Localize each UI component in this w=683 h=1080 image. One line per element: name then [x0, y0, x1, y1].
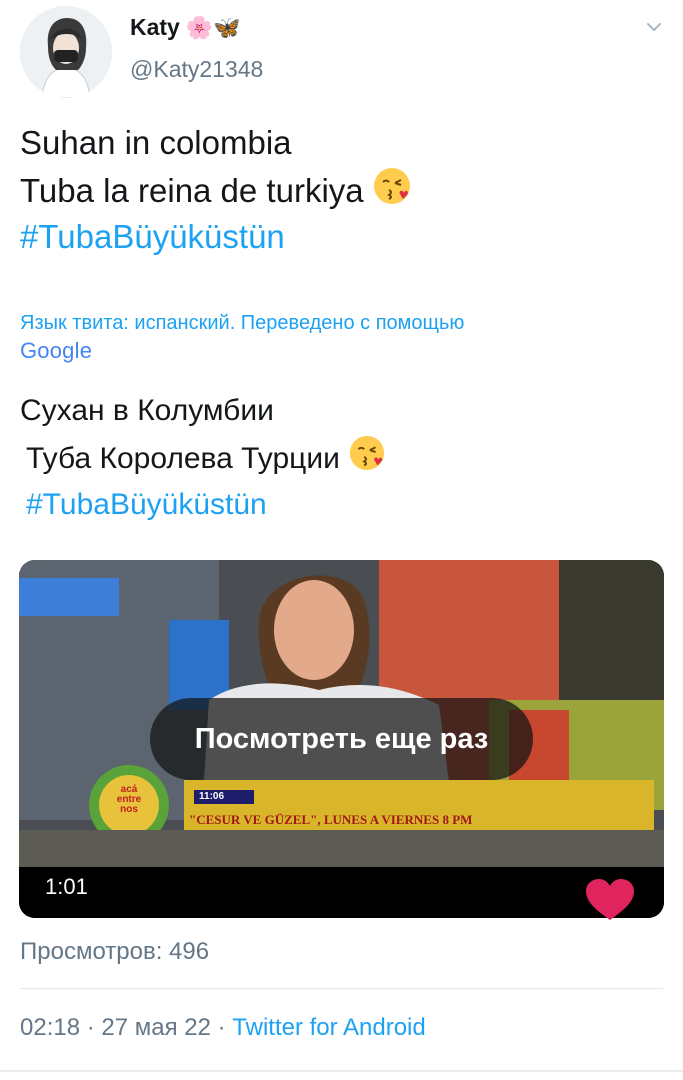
- meta-separator: ·: [80, 1014, 102, 1041]
- divider: [20, 988, 663, 989]
- overlay-ticker: "CESUR VE GÜZEL", LUNES A VIERNES 8 PM: [189, 812, 473, 827]
- tweet-date: 27 мая 22: [101, 1014, 211, 1041]
- video-duration: 1:01: [45, 874, 88, 899]
- google-logo: Google: [20, 338, 92, 364]
- tweet-hashtag[interactable]: #TubaBüyüküstün: [20, 214, 660, 260]
- heart-icon[interactable]: [584, 878, 636, 922]
- tweet-line-2-text: Tuba la reina de turkiya: [20, 172, 364, 209]
- replay-button[interactable]: Посмотреть еще раз: [150, 698, 533, 780]
- user-handle[interactable]: @Katy21348: [130, 56, 263, 83]
- google-logo-text: Google: [20, 338, 93, 363]
- meta-separator: ·: [210, 1014, 233, 1041]
- overlay-logo: acá entre nos: [116, 784, 142, 815]
- translated-line-1: Сухан в Колумбии: [20, 394, 274, 427]
- bottom-border: [0, 1070, 683, 1072]
- tweet-header: Katy 🌸🦋 @Katy21348: [0, 0, 683, 100]
- tweet-line-2: Tuba la reina de turkiya: [20, 166, 660, 214]
- name-emojis: 🌸🦋: [185, 15, 241, 40]
- overlay-time: 11:06: [199, 791, 225, 802]
- display-name-text: Katy: [130, 14, 180, 40]
- translated-line-2: Туба Королева Турции: [20, 434, 660, 482]
- avatar-illustration: [20, 6, 112, 98]
- display-name[interactable]: Katy 🌸🦋: [130, 14, 241, 41]
- translated-text: Сухан в Колумбии Туба Королева Турции #T…: [20, 388, 660, 528]
- tweet-text: Suhan in colombia Tuba la reina de turki…: [20, 120, 660, 260]
- avatar[interactable]: [20, 6, 112, 98]
- tweet-line-1: Suhan in colombia: [20, 124, 292, 161]
- translated-line-2-text: Туба Королева Турции: [26, 442, 340, 475]
- tweet-time: 02:18: [20, 1014, 81, 1041]
- client-link[interactable]: Twitter for Android: [232, 1014, 425, 1041]
- video-controls-bar: [19, 867, 664, 918]
- kissing-face-emoji-icon: [349, 435, 384, 471]
- translated-hashtag[interactable]: #TubaBüyüküstün: [20, 482, 660, 528]
- view-count: Просмотров: 496: [20, 938, 210, 965]
- chevron-down-icon[interactable]: [645, 18, 663, 36]
- tweet-meta: 02:18 · 27 мая 22 · Twitter for Android: [20, 1014, 426, 1042]
- kissing-face-emoji-icon: [373, 168, 410, 204]
- translation-note[interactable]: Язык твита: испанский. Переведено с помо…: [20, 308, 660, 338]
